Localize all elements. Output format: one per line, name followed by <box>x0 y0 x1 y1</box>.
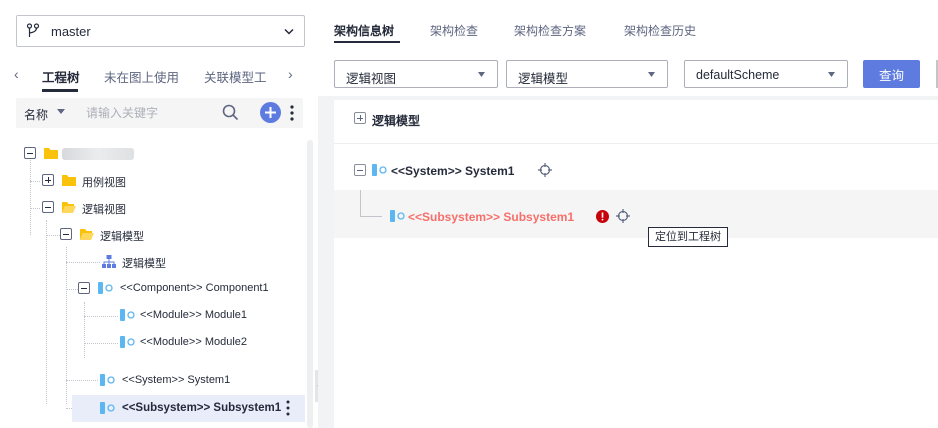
architecture-panel: 架构信息树 架构检查 架构检查方案 架构检查历史 逻辑视图 逻辑模型 defau… <box>318 0 938 428</box>
element-icon <box>120 336 135 348</box>
branch-icon <box>26 23 40 37</box>
element-icon <box>120 309 135 321</box>
tabs-next-icon[interactable]: › <box>288 66 293 82</box>
locate-icon[interactable] <box>616 209 630 223</box>
tree-connector <box>360 216 382 217</box>
tree-node-logical-model[interactable]: 逻辑模型 <box>334 100 938 144</box>
tab-architecture-check-history[interactable]: 架构检查历史 <box>624 22 696 39</box>
branch-name: master <box>51 24 91 39</box>
project-tree: 用例视图 逻辑视图 逻辑模型 逻辑模型 <<Component>> Compon… <box>0 136 315 428</box>
collapse-icon[interactable] <box>24 147 36 159</box>
model-select[interactable]: 逻辑模型 <box>506 60 668 88</box>
caret-down-icon[interactable] <box>57 109 65 114</box>
tree-row-logical-model-diagram[interactable]: 逻辑模型 <box>0 248 307 275</box>
element-icon <box>390 210 405 222</box>
tree-row-project-root[interactable] <box>0 140 307 167</box>
tab-architecture-check[interactable]: 架构检查 <box>430 22 478 39</box>
element-icon <box>100 374 115 386</box>
tree-row-logical-view[interactable]: 逻辑视图 <box>0 194 307 221</box>
folder-icon <box>44 148 58 159</box>
locate-tooltip: 定位到工程树 <box>648 227 728 247</box>
project-sidebar: master ‹ 工程树 未在图上使用 关联模型工 › 名称 请输入关键字 用例… <box>0 0 315 428</box>
scheme-select[interactable]: defaultScheme <box>684 60 848 88</box>
tree-row-subsystem1[interactable]: <<Subsystem>> Subsystem1 <box>72 395 305 422</box>
caret-down-icon <box>648 72 655 77</box>
project-name-redacted <box>62 148 134 160</box>
view-select[interactable]: 逻辑视图 <box>334 60 498 88</box>
folder-open-icon <box>62 202 76 213</box>
collapse-icon[interactable] <box>42 201 54 213</box>
folder-open-icon <box>80 229 94 240</box>
tree-row-system1[interactable]: <<System>> System1 <box>0 367 307 394</box>
tabs-prev-icon[interactable]: ‹ <box>14 66 19 82</box>
tab-architecture-info-tree[interactable]: 架构信息树 <box>334 22 394 39</box>
element-icon <box>100 402 115 414</box>
folder-icon <box>62 175 76 186</box>
tree-row-module2[interactable]: <<Module>> Module2 <box>0 329 307 356</box>
filter-field-select[interactable]: 名称 <box>24 106 48 123</box>
collapse-icon[interactable] <box>354 164 366 176</box>
search-input[interactable] <box>86 102 216 124</box>
branch-selector[interactable]: master <box>16 15 305 47</box>
tree-scrollbar[interactable] <box>307 140 313 428</box>
error-icon[interactable] <box>596 210 609 223</box>
tab-project-tree[interactable]: 工程树 <box>42 67 80 86</box>
plus-icon <box>265 107 276 118</box>
tab-related-model[interactable]: 关联模型工 <box>204 67 268 86</box>
chevron-down-icon <box>284 28 294 35</box>
tree-row-module1[interactable]: <<Module>> Module1 <box>0 302 307 329</box>
element-icon <box>372 164 387 176</box>
add-button[interactable] <box>260 102 281 123</box>
diagram-icon <box>102 255 116 268</box>
more-vertical-icon[interactable] <box>290 105 294 121</box>
tree-connector <box>360 190 361 216</box>
tree-node-system1[interactable]: <<System>> System1 <box>334 144 938 188</box>
active-tab-underline <box>42 89 78 92</box>
active-tab-underline <box>334 41 400 43</box>
locate-icon[interactable] <box>538 163 552 177</box>
element-icon <box>98 282 113 294</box>
collapse-icon[interactable] <box>78 282 90 294</box>
query-toolbar: 逻辑视图 逻辑模型 defaultScheme 查询 <box>318 46 938 96</box>
expand-icon[interactable] <box>42 174 54 186</box>
tree-row-use-case-view[interactable]: 用例视图 <box>0 167 307 194</box>
tree-row-logical-model-folder[interactable]: 逻辑模型 <box>0 221 307 248</box>
query-button[interactable]: 查询 <box>863 60 920 88</box>
search-icon[interactable] <box>222 104 239 121</box>
sidebar-tabs: ‹ 工程树 未在图上使用 关联模型工 › <box>0 58 315 92</box>
collapse-icon[interactable] <box>60 228 72 240</box>
more-vertical-icon[interactable] <box>286 400 290 416</box>
tree-node-subsystem1[interactable]: <<Subsystem>> Subsystem1 <box>334 190 938 238</box>
architecture-info-tree: 逻辑模型 <<System>> System1 <<Subsystem>> Su… <box>334 100 938 428</box>
tree-row-component1[interactable]: <<Component>> Component1 <box>0 275 307 302</box>
tab-unused-on-diagram[interactable]: 未在图上使用 <box>104 67 179 86</box>
tree-filter-bar: 名称 <box>16 98 303 128</box>
caret-down-icon <box>478 72 485 77</box>
architecture-tabs: 架构信息树 架构检查 架构检查方案 架构检查历史 <box>318 0 938 46</box>
expand-icon[interactable] <box>354 112 366 124</box>
tab-architecture-check-scheme[interactable]: 架构检查方案 <box>514 22 586 39</box>
caret-down-icon <box>828 72 835 77</box>
